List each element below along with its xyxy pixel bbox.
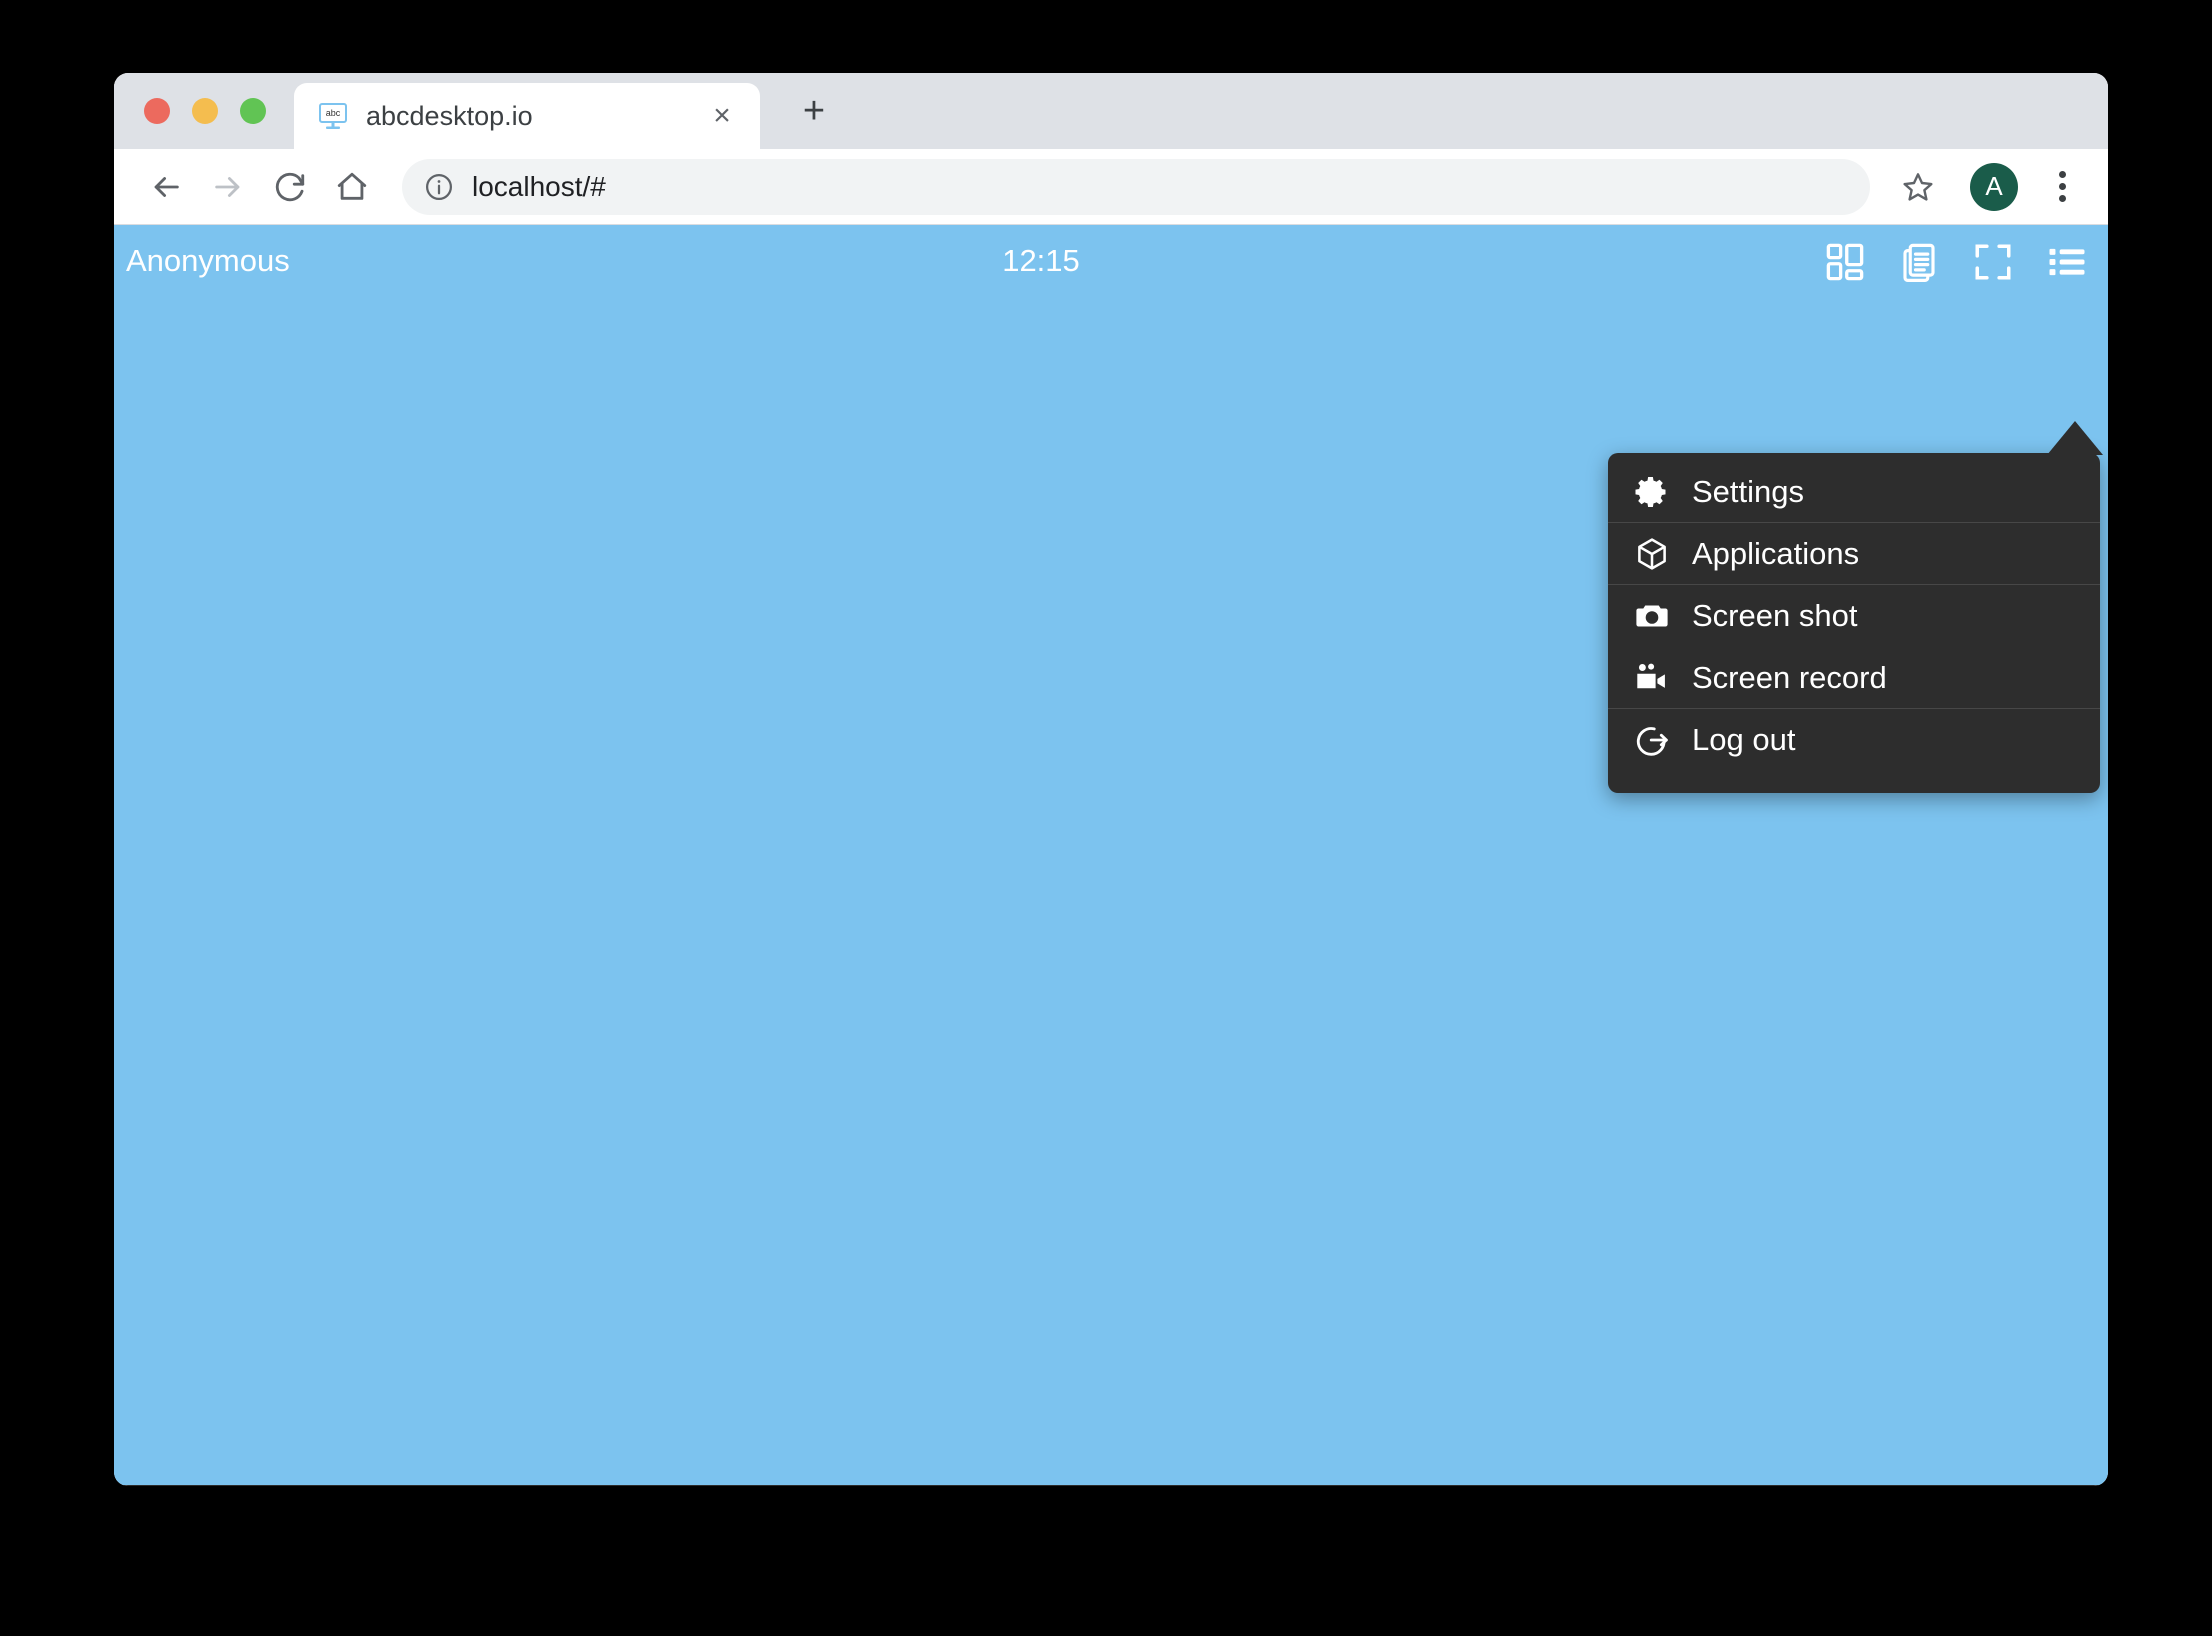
address-bar[interactable]: localhost/# [402, 158, 1870, 215]
url-text: localhost/# [472, 170, 606, 202]
dashboard-grid-icon[interactable] [1822, 239, 1868, 285]
reload-icon[interactable] [262, 159, 318, 215]
home-icon[interactable] [324, 159, 380, 215]
close-window-button[interactable] [144, 98, 170, 124]
menu-item-applications[interactable]: Applications [1608, 523, 2100, 585]
close-icon[interactable]: × [702, 96, 742, 136]
info-circle-icon[interactable] [422, 170, 456, 204]
desktop-clock: 12:15 [1002, 243, 1080, 278]
avatar[interactable]: A [1970, 162, 2018, 211]
star-icon[interactable] [1892, 161, 1944, 213]
menu-item-label: Screen shot [1692, 598, 1858, 633]
menu-item-label: Applications [1692, 535, 1860, 571]
camera-icon [1630, 594, 1674, 638]
minimize-window-button[interactable] [192, 98, 218, 124]
new-tab-button[interactable]: + [786, 83, 842, 139]
maximize-window-button[interactable] [240, 98, 266, 124]
window-controls [144, 98, 266, 124]
fullscreen-icon[interactable] [1970, 239, 2016, 285]
desktop-dropdown-menu: Settings Applications Screen shot Screen… [1608, 453, 2100, 793]
svg-text:abc: abc [326, 108, 341, 118]
video-camera-icon [1630, 656, 1674, 700]
menu-item-settings[interactable]: Settings [1608, 461, 2100, 523]
abc-monitor-icon: abc [318, 101, 348, 131]
documents-copy-icon[interactable] [1896, 239, 1942, 285]
cube-icon [1630, 532, 1674, 576]
menu-item-screen-shot[interactable]: Screen shot [1608, 585, 2100, 647]
menu-item-label: Log out [1692, 722, 1796, 757]
forward-arrow-icon[interactable] [200, 159, 256, 215]
three-dots-icon[interactable] [2040, 161, 2084, 213]
menu-item-screen-record[interactable]: Screen record [1608, 647, 2100, 709]
menu-item-label: Screen record [1692, 659, 1887, 695]
gear-icon [1630, 470, 1674, 514]
tab-title: abcdesktop.io [366, 100, 533, 131]
taskbar [114, 1485, 2108, 1486]
browser-tab[interactable]: abc abcdesktop.io × [294, 83, 760, 149]
menu-item-label: Settings [1692, 473, 1805, 509]
tab-strip: abc abcdesktop.io × + [114, 73, 2108, 149]
remote-desktop: Anonymous 12:15 Settings Applications Sc… [114, 225, 2108, 1485]
desktop-toolbar [1822, 239, 2090, 285]
menu-item-log-out[interactable]: Log out [1608, 709, 2100, 771]
back-arrow-icon[interactable] [138, 159, 194, 215]
browser-window: abc abcdesktop.io × + localhost/# A Anon… [114, 73, 2108, 1486]
browser-toolbar: localhost/# A [114, 149, 2108, 225]
desktop-topbar: Anonymous 12:15 [114, 225, 2108, 297]
logout-icon [1630, 718, 1674, 762]
hamburger-list-icon[interactable] [2044, 239, 2090, 285]
menu-pointer [2047, 421, 2103, 455]
